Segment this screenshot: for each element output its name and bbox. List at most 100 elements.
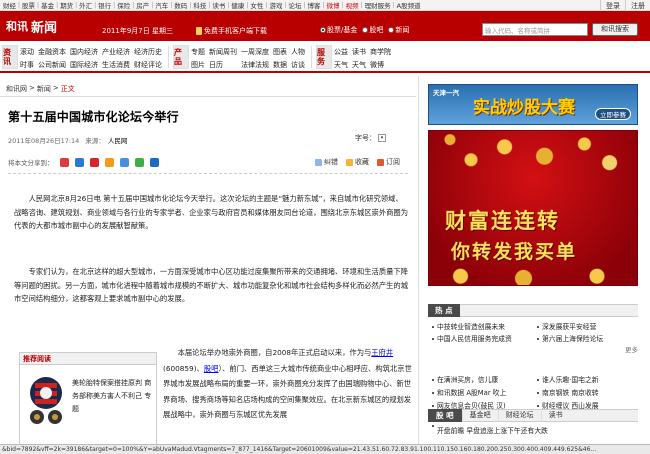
article-source[interactable]: 人民网 <box>108 135 128 145</box>
tab-reading[interactable]: 读书 <box>540 409 570 422</box>
hot-link[interactable]: 中国人民信用服务完成资 <box>432 333 537 345</box>
crumb-current: 正文 <box>60 85 75 93</box>
topnav-link[interactable]: 游戏 <box>268 0 283 10</box>
channel-link[interactable]: 天气 <box>334 59 352 72</box>
kaixin-share-icon[interactable] <box>104 157 114 167</box>
channel-link[interactable]: 访谈 <box>291 59 309 72</box>
recommend-heading: 推荐阅读 <box>20 353 156 365</box>
channel-link[interactable]: 时事 <box>20 59 38 72</box>
article-tools: 纠错 收藏 订阅 <box>307 157 400 167</box>
channel-link[interactable]: 商学院 <box>370 46 395 59</box>
topnav-link[interactable]: 期货 <box>59 0 74 10</box>
topnav-link[interactable]: A股频道 <box>396 0 422 10</box>
sohu-share-icon[interactable] <box>149 157 159 167</box>
hot-link[interactable]: 深发展获平安经营 <box>537 321 642 333</box>
qq-share-icon[interactable] <box>74 157 84 167</box>
channel-link[interactable]: 读书 <box>352 46 370 59</box>
topnav-link[interactable]: 健康 <box>230 0 245 10</box>
crumb-news[interactable]: 新闻 <box>37 84 51 94</box>
radio-news[interactable]: 新闻 <box>388 25 409 35</box>
weibo-share-icon[interactable] <box>59 157 69 167</box>
renren-share-icon[interactable] <box>89 157 99 167</box>
channel-link[interactable]: 微博 <box>370 59 395 72</box>
channel-link[interactable]: 日历 <box>209 59 241 72</box>
hexun-logo[interactable]: 和讯 新闻 <box>6 16 78 36</box>
channel-link[interactable]: 生活消费 <box>102 59 134 72</box>
tencent-share-icon[interactable] <box>134 157 144 167</box>
join-contest-button[interactable]: 立即参赛 <box>595 108 631 120</box>
subscribe-button[interactable]: 订阅 <box>377 157 400 167</box>
correction-button[interactable]: 纠错 <box>315 157 338 167</box>
crumb-home[interactable]: 和讯网 <box>6 84 27 94</box>
channel-link[interactable]: 专题 <box>191 46 209 59</box>
topnav-link[interactable]: 股票 <box>21 0 36 10</box>
channel-link[interactable]: 图表 <box>273 46 291 59</box>
bullet-icon <box>432 425 434 427</box>
channel-link[interactable]: 公益 <box>334 46 352 59</box>
topnav-link[interactable]: 房产 <box>135 0 150 10</box>
channel-link[interactable]: 经济历史 <box>134 46 166 59</box>
channel-link[interactable]: 国内经济 <box>70 46 102 59</box>
search-button[interactable]: 和讯搜索 <box>592 23 638 36</box>
topnav-link[interactable]: 科技 <box>192 0 207 10</box>
topnav-link[interactable]: 论坛 <box>287 0 302 10</box>
topnav-link[interactable]: 理财服务 <box>364 0 392 10</box>
topnav-link[interactable]: 女性 <box>249 0 264 10</box>
topnav-link[interactable]: 银行 <box>97 0 112 10</box>
list-item: 中技转业智造创展未来 深发展获平安经营 <box>432 321 642 333</box>
p3-text: (600859)、 <box>163 363 204 373</box>
ad-link[interactable]: 和讯数据 A股Mar 吹上 <box>432 387 537 400</box>
channel-link[interactable]: 一周深度 <box>241 46 273 59</box>
ad-link[interactable]: 南京钢铁 南京收转 <box>537 387 642 400</box>
topnav-link[interactable]: 保险 <box>116 0 131 10</box>
guba-link[interactable]: 股吧 <box>204 364 219 373</box>
radio-stock-fund[interactable]: 股票/基金 <box>320 25 357 35</box>
ad-link[interactable]: 在满洲买房，信儿康 <box>432 374 537 387</box>
stock-contest-ad[interactable]: 天津一汽 实战炒股大赛 立即参赛 <box>428 84 638 125</box>
list-item[interactable]: 开盘前瞻 早盘追涨上涨下午还有大跌 <box>432 425 642 437</box>
channel-link[interactable]: 数据 <box>273 59 291 72</box>
hot-link[interactable]: 第六届上海保险论坛 <box>537 333 642 345</box>
stock-link-wangfujing[interactable]: 王府井 <box>371 348 393 357</box>
login-link[interactable]: 登录 <box>600 0 625 10</box>
ad-link[interactable]: 谁人乐趣·国宅之新 <box>537 374 642 387</box>
channel-link[interactable]: 国际经济 <box>70 59 102 72</box>
channel-link[interactable]: 金融资本 <box>38 46 70 59</box>
register-link[interactable]: 注册 <box>625 0 650 10</box>
mobile-client-link[interactable]: 免费手机客户端下载 <box>196 26 267 36</box>
hot-link[interactable]: 中技转业智造创展未来 <box>432 321 537 333</box>
tab-finance-forum[interactable]: 财经论坛 <box>497 409 541 422</box>
channel-link[interactable]: 人物 <box>291 46 309 59</box>
channel-link[interactable]: 公司新闻 <box>38 59 70 72</box>
tab-fund-ba[interactable]: 基金吧 <box>461 409 498 422</box>
topnav-link[interactable]: 汽车 <box>154 0 169 10</box>
channel-link[interactable]: 滚动 <box>20 46 38 59</box>
search-input[interactable]: 输入代码、名称或简拼 <box>482 23 588 36</box>
topnav-link[interactable]: 视频 <box>345 0 360 10</box>
tire-flag-image[interactable] <box>25 371 67 429</box>
recommend-link[interactable]: 美轮胎特保案搭挂原判 商务部称美方害人不利己 专题 <box>72 377 154 416</box>
topnav-link[interactable]: 微博 <box>326 0 341 10</box>
topnav-link[interactable]: 读书 <box>211 0 226 10</box>
hot-link-text: 中国人民信用服务完成资 <box>437 335 512 343</box>
channel-link[interactable]: 新闻周刊 <box>209 46 241 59</box>
hot-more-link[interactable]: 更多 <box>432 345 642 355</box>
source-label: 来源： <box>85 137 105 145</box>
ad-link-text: 谁人乐趣·国宅之新 <box>542 376 599 384</box>
channel-link[interactable]: 法律法规 <box>241 59 273 72</box>
topnav-link[interactable]: 外汇 <box>78 0 93 10</box>
topnav-link[interactable]: 基金 <box>40 0 55 10</box>
font-size-toggle[interactable]: ▾ <box>378 134 386 142</box>
channel-link[interactable]: 财经评论 <box>134 59 166 72</box>
topnav-link[interactable]: 博客 <box>307 0 322 10</box>
favorite-button[interactable]: 收藏 <box>346 157 369 167</box>
tab-guba[interactable]: 股 吧 <box>428 409 462 422</box>
channel-link[interactable]: 天气 <box>352 59 370 72</box>
topnav-link[interactable]: 财经 <box>2 0 17 10</box>
douban-share-icon[interactable] <box>119 157 129 167</box>
fortune-ad[interactable]: 财富连连转 你转发我买单 <box>428 130 638 286</box>
topnav-link[interactable]: 数码 <box>173 0 188 10</box>
channel-link[interactable]: 图片 <box>191 59 209 72</box>
radio-guba[interactable]: 股吧 <box>362 25 383 35</box>
channel-link[interactable]: 产业经济 <box>102 46 134 59</box>
